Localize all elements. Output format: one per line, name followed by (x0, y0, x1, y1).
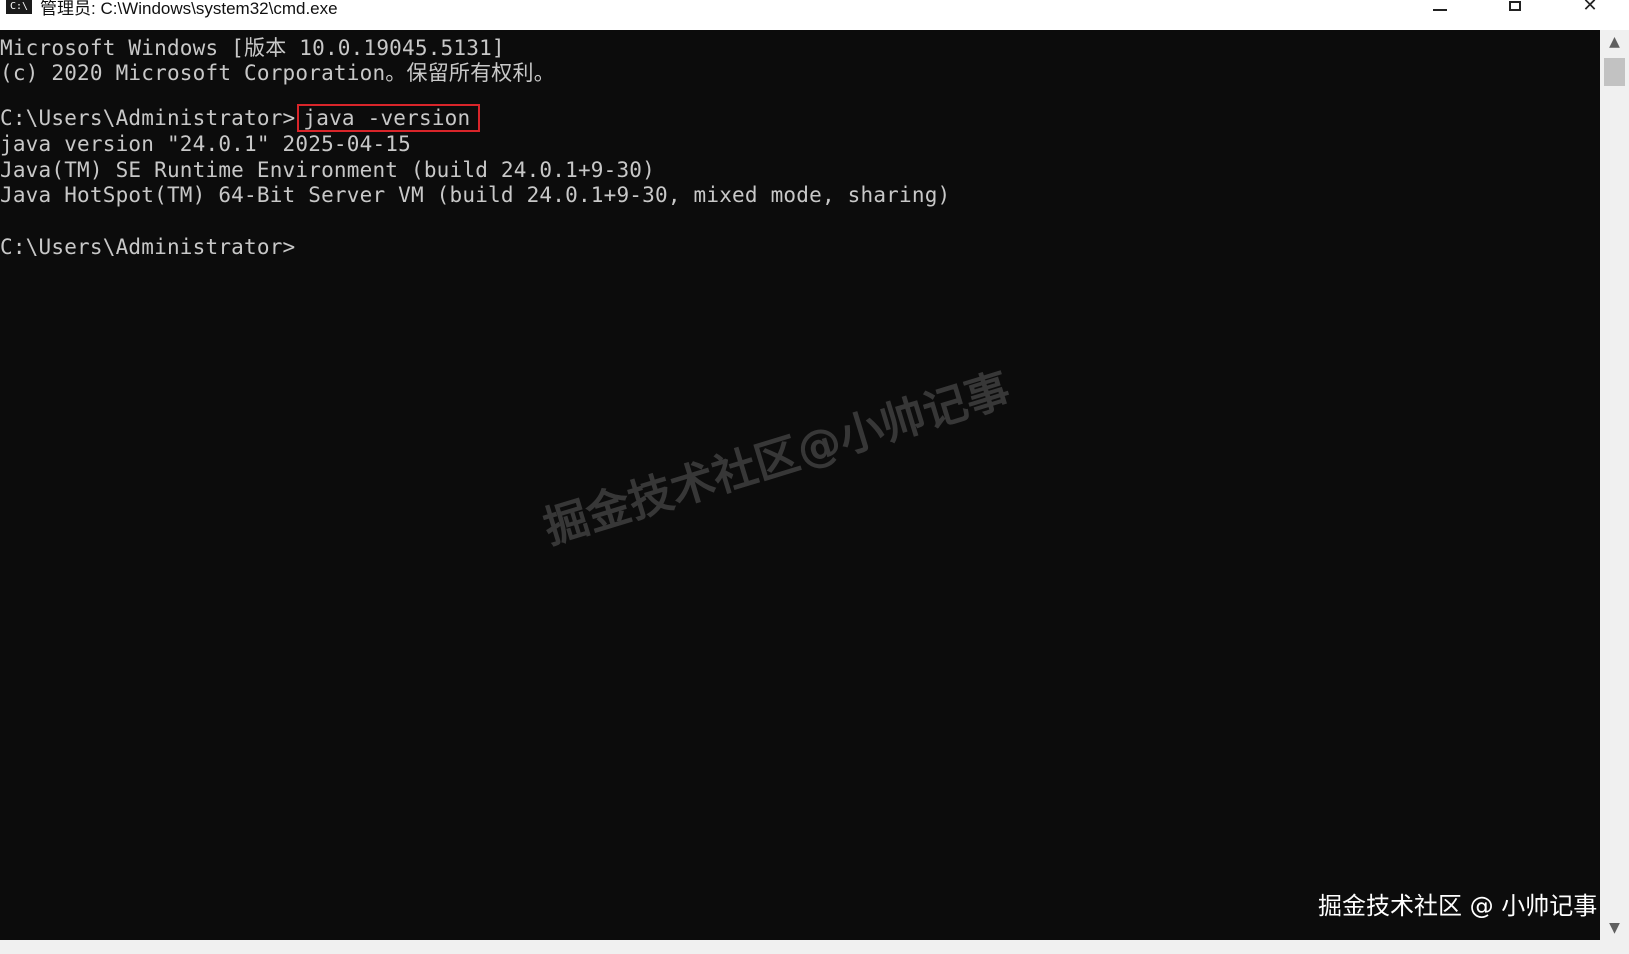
title-bar[interactable]: C:\ 管理员: C:\Windows\system32\cmd.exe ✕ (0, 0, 1629, 30)
close-button[interactable]: ✕ (1565, 0, 1615, 18)
scroll-up-icon[interactable]: ▲ (1600, 30, 1629, 54)
console-prompt: C:\Users\Administrator> (0, 106, 296, 130)
cmd-app-icon: C:\ (6, 0, 32, 14)
window-bottom-edge (0, 940, 1629, 954)
console-line-vm: Java HotSpot(TM) 64-Bit Server VM (build… (0, 183, 951, 207)
highlighted-command: java -version (297, 104, 481, 132)
close-icon: ✕ (1582, 0, 1598, 16)
minimize-button[interactable] (1415, 0, 1465, 18)
console-line-runtime: Java(TM) SE Runtime Environment (build 2… (0, 158, 655, 182)
scroll-thumb[interactable] (1604, 58, 1625, 86)
corner-watermark: 掘金技术社区 @ 小帅记事 (1318, 892, 1598, 920)
console-line-command: C:\Users\Administrator> java -version (0, 104, 481, 132)
scroll-down-icon[interactable]: ▼ (1600, 916, 1629, 940)
console-line-copyright: (c) 2020 Microsoft Corporation。保留所有权利。 (0, 61, 555, 85)
window-title: 管理员: C:\Windows\system32\cmd.exe (40, 0, 338, 18)
console-line-java-version: java version "24.0.1" 2025-04-15 (0, 132, 411, 156)
vertical-scrollbar[interactable]: ▲ ▼ (1600, 30, 1629, 940)
minimize-icon (1433, 9, 1447, 11)
maximize-icon (1509, 1, 1521, 11)
maximize-button[interactable] (1490, 0, 1540, 18)
console-output[interactable]: Microsoft Windows [版本 10.0.19045.5131] (… (0, 30, 1600, 940)
center-watermark: 掘金技术社区@小帅记事 (538, 364, 1016, 555)
console-line-prompt: C:\Users\Administrator> (0, 235, 296, 259)
cmd-window: C:\ 管理员: C:\Windows\system32\cmd.exe ✕ M… (0, 0, 1629, 954)
